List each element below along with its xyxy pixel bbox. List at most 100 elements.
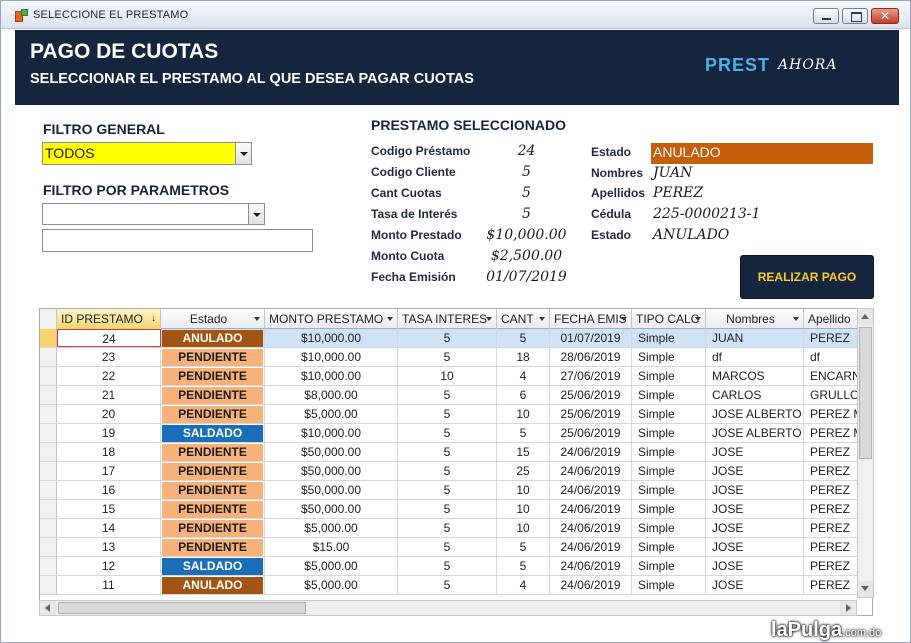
cell-cant[interactable]: 10: [497, 500, 550, 518]
cell-tipo[interactable]: Simple: [632, 576, 706, 594]
cell-cant[interactable]: 10: [497, 519, 550, 537]
cell-id[interactable]: 18: [57, 443, 161, 461]
col-header-fecha-emis[interactable]: FECHA EMIS: [550, 309, 632, 329]
cell-cant[interactable]: 5: [497, 424, 550, 442]
cell-fecha[interactable]: 25/06/2019: [550, 424, 632, 442]
cell-id[interactable]: 23: [57, 348, 161, 366]
filter-params-combo[interactable]: [42, 203, 265, 225]
chevron-down-icon[interactable]: [254, 317, 260, 321]
cell-estado[interactable]: SALDADO: [161, 557, 265, 575]
cell-estado[interactable]: PENDIENTE: [161, 519, 265, 537]
cell-estado[interactable]: PENDIENTE: [161, 538, 265, 556]
record-selector[interactable]: [40, 386, 57, 404]
cell-cant[interactable]: 4: [497, 367, 550, 385]
cell-cant[interactable]: 5: [497, 557, 550, 575]
loans-datasheet[interactable]: ID PRESTAMO ↓ Estado MONTO PRESTAMO TASA …: [39, 308, 873, 616]
chevron-down-icon[interactable]: [621, 317, 627, 321]
cell-nombres[interactable]: JOSE: [706, 576, 804, 594]
scroll-thumb[interactable]: [859, 327, 872, 459]
cell-fecha[interactable]: 24/06/2019: [550, 576, 632, 594]
cell-nombres[interactable]: JOSE ALBERTO: [706, 405, 804, 423]
cell-nombres[interactable]: JOSE: [706, 519, 804, 537]
cell-id[interactable]: 14: [57, 519, 161, 537]
table-row[interactable]: 20 PENDIENTE $5,000.00 5 10 25/06/2019 Simple J…: [40, 405, 872, 424]
cell-cant[interactable]: 5: [497, 329, 550, 347]
cell-monto[interactable]: $50,000.00: [265, 500, 398, 518]
cell-tasa[interactable]: 5: [398, 557, 497, 575]
table-row[interactable]: 16 PENDIENTE $50,000.00 5 10 24/06/2019 Simple…: [40, 481, 872, 500]
cell-nombres[interactable]: CARLOS: [706, 386, 804, 404]
realizar-pago-button[interactable]: REALIZAR PAGO: [740, 255, 874, 299]
cell-monto[interactable]: $8,000.00: [265, 386, 398, 404]
col-header-nombres[interactable]: Nombres: [706, 309, 804, 329]
cell-cant[interactable]: 6: [497, 386, 550, 404]
cell-fecha[interactable]: 01/07/2019: [550, 329, 632, 347]
record-selector[interactable]: [40, 348, 57, 366]
cell-estado[interactable]: ANULADO: [161, 576, 265, 594]
scroll-up-icon[interactable]: [858, 309, 873, 325]
cell-cant[interactable]: 10: [497, 405, 550, 423]
cell-estado[interactable]: PENDIENTE: [161, 462, 265, 480]
cell-tasa[interactable]: 5: [398, 348, 497, 366]
cell-monto[interactable]: $10,000.00: [265, 348, 398, 366]
cell-tipo[interactable]: Simple: [632, 557, 706, 575]
cell-tasa[interactable]: 5: [398, 519, 497, 537]
close-button[interactable]: ✕: [871, 8, 899, 24]
cell-id[interactable]: 19: [57, 424, 161, 442]
cell-fecha[interactable]: 25/06/2019: [550, 386, 632, 404]
cell-estado[interactable]: PENDIENTE: [161, 500, 265, 518]
cell-nombres[interactable]: JOSE: [706, 557, 804, 575]
cell-id[interactable]: 11: [57, 576, 161, 594]
cell-tasa[interactable]: 5: [398, 538, 497, 556]
record-selector[interactable]: [40, 367, 57, 385]
cell-estado[interactable]: PENDIENTE: [161, 348, 265, 366]
table-row[interactable]: 18 PENDIENTE $50,000.00 5 15 24/06/2019 Simple…: [40, 443, 872, 462]
cell-tasa[interactable]: 5: [398, 329, 497, 347]
cell-tipo[interactable]: Simple: [632, 500, 706, 518]
record-selector[interactable]: [40, 500, 57, 518]
cell-fecha[interactable]: 24/06/2019: [550, 557, 632, 575]
cell-monto[interactable]: $50,000.00: [265, 443, 398, 461]
grid-horizontal-scrollbar[interactable]: [39, 600, 857, 616]
record-selector[interactable]: [40, 538, 57, 556]
cell-nombres[interactable]: JUAN: [706, 329, 804, 347]
cell-cant[interactable]: 25: [497, 462, 550, 480]
cell-nombres[interactable]: JOSE: [706, 481, 804, 499]
col-header-cant[interactable]: CANT: [497, 309, 550, 329]
cell-monto[interactable]: $5,000.00: [265, 519, 398, 537]
record-selector[interactable]: [40, 424, 57, 442]
cell-monto[interactable]: $10,000.00: [265, 367, 398, 385]
cell-id[interactable]: 20: [57, 405, 161, 423]
cell-cant[interactable]: 10: [497, 481, 550, 499]
chevron-down-icon[interactable]: [695, 317, 701, 321]
cell-fecha[interactable]: 24/06/2019: [550, 519, 632, 537]
cell-tasa[interactable]: 5: [398, 576, 497, 594]
filter-params-input[interactable]: [42, 229, 313, 252]
cell-estado[interactable]: PENDIENTE: [161, 405, 265, 423]
scroll-thumb-horizontal[interactable]: [58, 602, 306, 614]
record-selector[interactable]: [40, 405, 57, 423]
cell-tasa[interactable]: 5: [398, 500, 497, 518]
cell-tipo[interactable]: Simple: [632, 386, 706, 404]
cell-cant[interactable]: 15: [497, 443, 550, 461]
table-row[interactable]: 23 PENDIENTE $10,000.00 5 18 28/06/2019 Simple…: [40, 348, 872, 367]
record-selector[interactable]: [40, 576, 57, 594]
cell-monto[interactable]: $10,000.00: [265, 424, 398, 442]
col-header-estado[interactable]: Estado: [161, 309, 265, 329]
record-selector[interactable]: [40, 462, 57, 480]
cell-tasa[interactable]: 5: [398, 424, 497, 442]
record-selector[interactable]: [40, 329, 57, 347]
maximize-button[interactable]: [842, 8, 868, 24]
cell-tasa[interactable]: 5: [398, 462, 497, 480]
table-row[interactable]: 24 ANULADO $10,000.00 5 5 01/07/2019 Simple JUA…: [40, 329, 872, 348]
table-row[interactable]: 22 PENDIENTE $10,000.00 10 4 27/06/2019 Simple…: [40, 367, 872, 386]
chevron-down-icon[interactable]: [235, 143, 251, 164]
grid-vertical-scrollbar[interactable]: [857, 308, 874, 598]
cell-fecha[interactable]: 24/06/2019: [550, 443, 632, 461]
cell-id[interactable]: 22: [57, 367, 161, 385]
scroll-down-icon[interactable]: [858, 581, 873, 597]
cell-fecha[interactable]: 25/06/2019: [550, 405, 632, 423]
cell-id[interactable]: 17: [57, 462, 161, 480]
cell-nombres[interactable]: JOSE: [706, 538, 804, 556]
cell-tipo[interactable]: Simple: [632, 367, 706, 385]
